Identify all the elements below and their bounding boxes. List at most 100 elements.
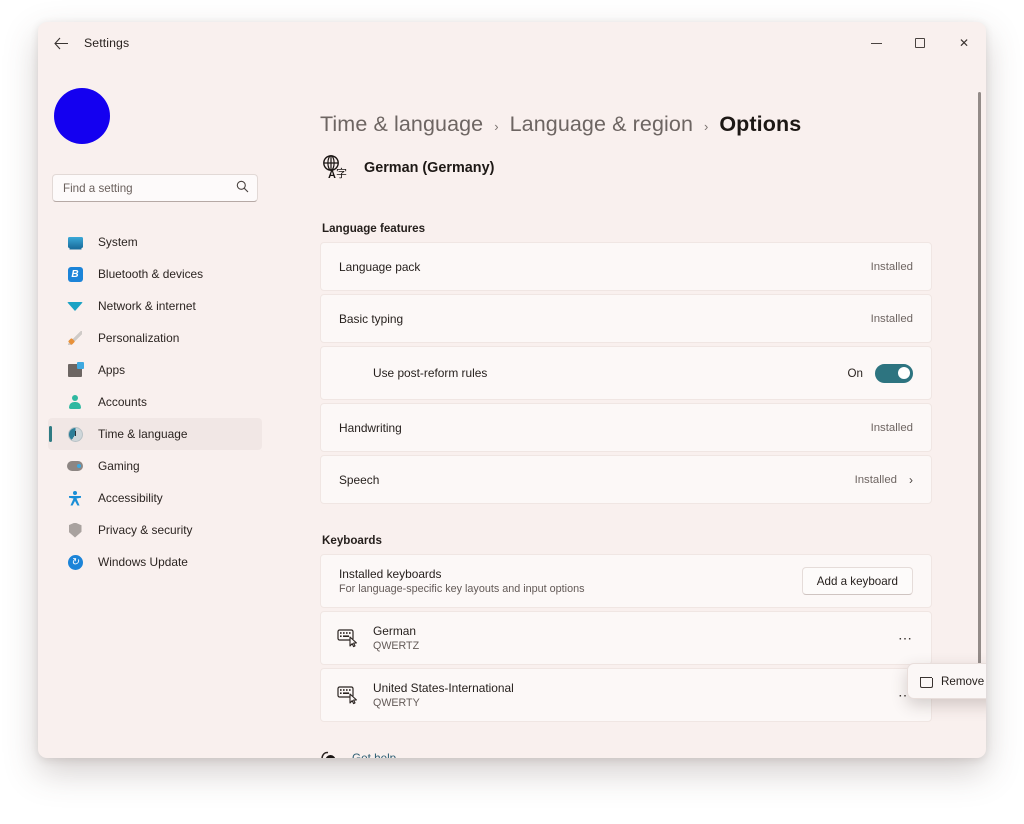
status-badge: Installed: [870, 421, 913, 434]
bluetooth-icon: B: [66, 265, 84, 283]
row-label: Speech: [339, 472, 380, 487]
row-use-post-reform-rules[interactable]: Use post-reform rules On: [320, 346, 932, 400]
sidebar-item-label: Personalization: [98, 331, 180, 345]
chevron-right-icon: ›: [909, 472, 913, 487]
keyboard-context-menu: Remove: [907, 663, 986, 699]
sidebar-nav: System B Bluetooth & devices Network & i…: [48, 226, 262, 578]
sidebar-item-personalization[interactable]: Personalization: [48, 322, 262, 354]
status-badge: Installed: [854, 473, 897, 486]
close-button[interactable]: ✕: [942, 22, 986, 64]
wifi-icon: [66, 297, 84, 315]
row-language-pack[interactable]: Language pack Installed: [320, 242, 932, 291]
row-speech[interactable]: Speech Installed ›: [320, 455, 932, 504]
title-bar: Settings ✕: [38, 22, 986, 64]
row-handwriting[interactable]: Handwriting Installed: [320, 403, 932, 452]
sidebar-item-label: Privacy & security: [98, 523, 193, 537]
row-installed-keyboards: Installed keyboards For language-specifi…: [320, 554, 932, 608]
context-menu-item-label: Remove: [941, 674, 985, 688]
row-label: Use post-reform rules: [373, 366, 488, 380]
breadcrumb-item-language-region[interactable]: Language & region: [510, 112, 693, 137]
sidebar-item-privacy-security[interactable]: Privacy & security: [48, 514, 262, 546]
sidebar-item-network-internet[interactable]: Network & internet: [48, 290, 262, 322]
maximize-icon: [915, 38, 925, 48]
keyboard-name: United States-International: [373, 681, 514, 695]
keyboard-text: United States-International QWERTY: [373, 681, 514, 709]
status-badge: Installed: [870, 312, 913, 325]
breadcrumb-item-options: Options: [719, 112, 802, 136]
toggle-knob: [897, 367, 910, 379]
get-help-link[interactable]: ? Get help: [320, 750, 932, 758]
sidebar-item-accounts[interactable]: Accounts: [48, 386, 262, 418]
get-help-label: Get help: [352, 751, 397, 759]
keyboard-text: German QWERTZ: [373, 624, 419, 652]
section-title-keyboards: Keyboards: [322, 534, 382, 547]
sidebar-item-label: Gaming: [98, 459, 140, 473]
keyboard-icon: [337, 685, 359, 705]
row-right: On: [847, 363, 913, 383]
sidebar-item-label: Time & language: [98, 427, 188, 441]
row-right: Installed: [871, 422, 913, 434]
avatar[interactable]: [54, 88, 110, 144]
sidebar-item-accessibility[interactable]: Accessibility: [48, 482, 262, 514]
search-box[interactable]: [52, 174, 258, 202]
toggle-state-label: On: [847, 366, 863, 380]
trash-icon: [919, 675, 933, 688]
language-header: A 字 German (Germany): [320, 153, 932, 183]
row-right: Installed: [871, 261, 913, 273]
sidebar-item-label: System: [98, 235, 138, 249]
breadcrumb-item-time-language[interactable]: Time & language: [320, 112, 483, 137]
sidebar-item-bluetooth-devices[interactable]: B Bluetooth & devices: [48, 258, 262, 290]
row-keyboard-united-states-international[interactable]: United States-International QWERTY ⋯: [320, 668, 932, 722]
sidebar-item-gaming[interactable]: Gaming: [48, 450, 262, 482]
language-name: German (Germany): [364, 160, 495, 176]
row-label: Language pack: [339, 259, 421, 274]
row-label: Installed keyboards: [339, 567, 442, 581]
minimize-icon: [870, 42, 882, 44]
sidebar: System B Bluetooth & devices Network & i…: [38, 64, 272, 758]
add-a-keyboard-button[interactable]: Add a keyboard: [801, 567, 913, 595]
sidebar-item-system[interactable]: System: [48, 226, 262, 258]
account-icon: [66, 393, 84, 411]
section-title-language-features: Language features: [322, 222, 426, 235]
accessibility-icon: [66, 489, 84, 507]
sidebar-item-label: Windows Update: [98, 555, 188, 569]
sidebar-item-label: Accessibility: [98, 491, 163, 505]
sidebar-item-label: Network & internet: [98, 299, 196, 313]
update-icon: ↻: [66, 553, 84, 571]
row-right: Installed: [871, 313, 913, 325]
search-input[interactable]: [63, 181, 232, 195]
content-scrollbar-track[interactable]: [974, 64, 986, 758]
sidebar-item-label: Bluetooth & devices: [98, 267, 204, 281]
close-icon: ✕: [958, 36, 970, 50]
keyboard-name: German: [373, 624, 416, 638]
content-area: Time & language › Language & region › Op…: [272, 64, 986, 758]
sidebar-item-windows-update[interactable]: ↻ Windows Update: [48, 546, 262, 578]
language-globe-icon: A 字: [320, 153, 350, 183]
sidebar-item-label: Accounts: [98, 395, 147, 409]
maximize-button[interactable]: [898, 22, 942, 64]
post-reform-rules-toggle[interactable]: [875, 363, 913, 383]
sidebar-item-label: Apps: [98, 363, 126, 377]
context-menu-item-remove[interactable]: Remove: [912, 668, 986, 694]
paintbrush-icon: [66, 329, 84, 347]
sidebar-item-apps[interactable]: Apps: [48, 354, 262, 386]
content-scrollbar-thumb[interactable]: [978, 92, 981, 692]
content-scroll: Time & language › Language & region › Op…: [272, 64, 986, 758]
apps-icon: [66, 361, 84, 379]
sidebar-item-time-language[interactable]: Time & language: [48, 418, 262, 450]
keyboard-layout: QWERTZ: [373, 640, 420, 652]
keyboard-icon: [337, 628, 359, 648]
row-keyboard-german[interactable]: German QWERTZ ⋯: [320, 611, 932, 665]
breadcrumb: Time & language › Language & region › Op…: [320, 64, 932, 137]
row-label: Handwriting: [339, 420, 402, 435]
row-sublabel: For language-specific key layouts and in…: [339, 583, 585, 595]
window-body: System B Bluetooth & devices Network & i…: [38, 64, 986, 758]
help-icon: ?: [320, 750, 337, 758]
settings-window: Settings ✕ Find a setting System B Bluet…: [38, 22, 986, 758]
more-options-icon[interactable]: ⋯: [898, 630, 913, 647]
row-basic-typing[interactable]: Basic typing Installed: [320, 294, 932, 343]
status-badge: Installed: [870, 260, 913, 273]
screen: Settings ✕ Find a setting System B Bluet…: [0, 0, 1024, 824]
minimize-button[interactable]: [854, 22, 898, 64]
back-button[interactable]: [46, 29, 76, 57]
